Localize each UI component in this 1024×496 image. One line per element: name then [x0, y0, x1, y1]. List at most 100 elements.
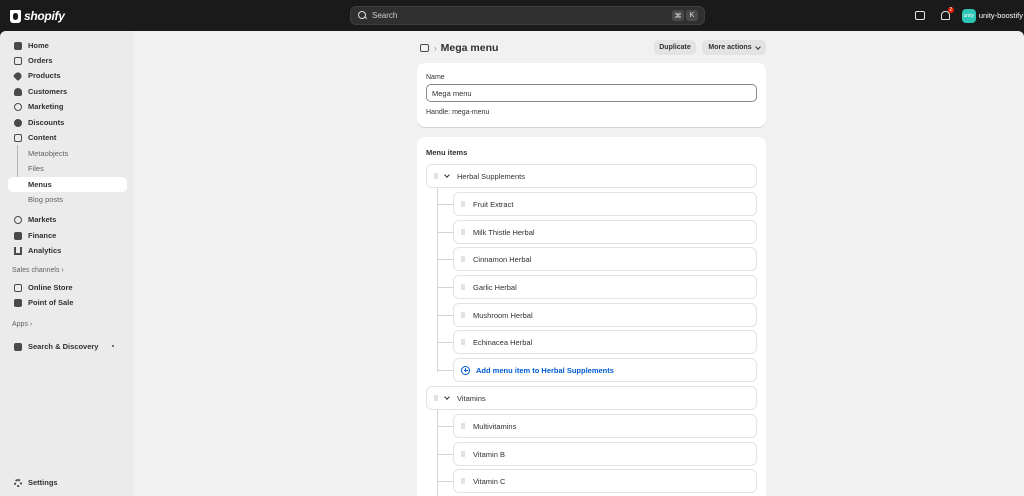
sidebar-item-settings[interactable]: Settings	[8, 475, 127, 490]
name-field[interactable]: Mega menu	[426, 84, 757, 102]
menu-items-heading: Menu items	[426, 148, 468, 157]
sidebar-item-content[interactable]: Content	[8, 130, 127, 145]
drag-handle-icon[interactable]	[461, 312, 465, 318]
sidebar-item-label: Products	[28, 71, 61, 80]
menu-item-label: Vitamin C	[473, 476, 506, 486]
drag-handle-icon[interactable]	[461, 451, 465, 457]
menu-item-vitamin-b[interactable]: Vitamin B	[453, 442, 757, 466]
sidebar-item-label: Analytics	[28, 246, 62, 255]
sidebar-item-files[interactable]: Files	[8, 161, 127, 176]
breadcrumb-separator: ›	[434, 43, 437, 53]
page-header: › Mega menu Duplicate More actions	[420, 39, 766, 57]
notification-badge: 2	[947, 7, 954, 13]
menu-item-label: Garlic Herbal	[473, 282, 517, 292]
menu-item-echinacea-herbal[interactable]: Echinacea Herbal	[453, 330, 757, 354]
menu-item-label: Multivitamins	[473, 421, 517, 431]
shopify-logo[interactable]: shopify	[10, 8, 65, 24]
menu-item-label: Fruit Extract	[473, 199, 514, 209]
drag-handle-icon[interactable]	[461, 229, 465, 235]
bank-icon	[14, 231, 22, 240]
menu-item-label: Herbal Supplements	[457, 171, 525, 181]
handle-text: Handle: mega-menu	[426, 109, 490, 116]
drag-handle-icon[interactable]	[434, 173, 438, 179]
sidebar-item-label: Content	[28, 133, 57, 142]
sidebar-item-label: Home	[28, 41, 49, 50]
add-menu-item-label: Add menu item to Herbal Supplements	[476, 365, 614, 375]
drag-handle-icon[interactable]	[461, 339, 465, 345]
sidebar-item-home[interactable]: Home	[8, 38, 127, 53]
store-icon[interactable]	[914, 11, 925, 20]
bell-icon[interactable]: 2	[940, 7, 954, 20]
sidebar-item-blog-posts[interactable]: Blog posts	[8, 192, 127, 207]
add-menu-item-button[interactable]: Add menu item to Herbal Supplements	[453, 358, 757, 382]
menu-item-mushroom-herbal[interactable]: Mushroom Herbal	[453, 303, 757, 327]
menu-item-vitamin-c[interactable]: Vitamin C	[453, 469, 757, 493]
plus-circle-icon	[461, 365, 470, 375]
chevron-down-icon[interactable]	[444, 394, 450, 400]
menu-item-herbal-supplements[interactable]: Herbal Supplements	[426, 164, 757, 188]
sales-channels-heading[interactable]: Sales channels ›	[12, 267, 64, 274]
sidebar-item-products[interactable]: Products	[8, 68, 127, 83]
sidebar-item-finance[interactable]: Finance	[8, 228, 127, 243]
shopify-bag-icon	[10, 9, 21, 23]
tree-connector	[437, 188, 438, 372]
duplicate-button[interactable]: Duplicate	[654, 40, 696, 55]
sidebar-item-label: Orders	[28, 56, 53, 65]
sidebar-item-label: Customers	[28, 87, 68, 96]
navigation-icon[interactable]	[420, 44, 429, 52]
menu-item-milk-thistle-herbal[interactable]: Milk Thistle Herbal	[453, 220, 757, 244]
sidebar-item-analytics[interactable]: Analytics	[8, 243, 127, 258]
sidebar-item-label: Search & Discovery	[28, 342, 99, 351]
chevron-down-icon[interactable]	[444, 172, 450, 178]
sidebar-item-marketing[interactable]: Marketing	[8, 99, 127, 114]
menu-item-multivitamins[interactable]: Multivitamins	[453, 414, 757, 438]
sidebar-item-label: Settings	[28, 478, 58, 487]
menu-item-vitamins[interactable]: Vitamins	[426, 386, 757, 410]
tree-connector	[437, 259, 453, 260]
sidebar-item-label: Finance	[28, 231, 57, 240]
sidebar-item-metaobjects[interactable]: Metaobjects	[8, 146, 127, 161]
tree-connector	[437, 370, 453, 371]
search-placeholder: Search	[372, 11, 398, 20]
tree-connector	[437, 315, 453, 316]
sidebar-item-markets[interactable]: Markets	[8, 212, 127, 227]
drag-handle-icon[interactable]	[461, 284, 465, 290]
name-card: Name Mega menu Handle: mega-menu	[417, 63, 766, 127]
online-store-icon	[14, 283, 22, 292]
sidebar-item-label: Markets	[28, 215, 57, 224]
discount-icon	[14, 118, 22, 127]
tree-connector	[437, 426, 453, 427]
top-right-actions: 2 unity unity-boostify	[914, 6, 1024, 25]
store-name[interactable]: unity-boostify	[979, 11, 1023, 20]
search-input[interactable]: Search ⌘ K	[350, 6, 705, 25]
menu-item-fruit-extract[interactable]: Fruit Extract	[453, 192, 757, 216]
avatar[interactable]: unity	[961, 8, 976, 23]
tree-connector	[437, 342, 453, 343]
tree-connector	[437, 287, 453, 288]
logo-text: shopify	[24, 9, 65, 23]
globe-icon	[14, 215, 22, 224]
sidebar-item-orders[interactable]: Orders	[8, 53, 127, 68]
search-icon	[358, 11, 367, 20]
target-icon	[14, 102, 22, 111]
tree-connector	[437, 410, 438, 496]
sidebar-item-online-store[interactable]: Online Store	[8, 280, 127, 295]
more-options-icon[interactable]	[112, 345, 114, 347]
drag-handle-icon[interactable]	[461, 201, 465, 207]
drag-handle-icon[interactable]	[461, 478, 465, 484]
menu-items-card: Menu items Herbal Supplements Fruit Extr…	[417, 137, 766, 496]
sidebar-item-search-discovery[interactable]: Search & Discovery	[8, 339, 127, 354]
drag-handle-icon[interactable]	[461, 256, 465, 262]
sidebar-item-menus[interactable]: Menus	[8, 177, 127, 192]
more-actions-button[interactable]: More actions	[702, 40, 766, 55]
menu-item-cinnamon-herbal[interactable]: Cinnamon Herbal	[453, 247, 757, 271]
apps-heading[interactable]: Apps ›	[12, 321, 32, 328]
sidebar-item-discounts[interactable]: Discounts	[8, 115, 127, 130]
tree-connector	[437, 232, 453, 233]
sidebar-item-customers[interactable]: Customers	[8, 84, 127, 99]
drag-handle-icon[interactable]	[434, 395, 438, 401]
drag-handle-icon[interactable]	[461, 423, 465, 429]
shortcut-key-k: K	[686, 10, 698, 21]
sidebar-item-point-of-sale[interactable]: Point of Sale	[8, 295, 127, 310]
menu-item-garlic-herbal[interactable]: Garlic Herbal	[453, 275, 757, 299]
